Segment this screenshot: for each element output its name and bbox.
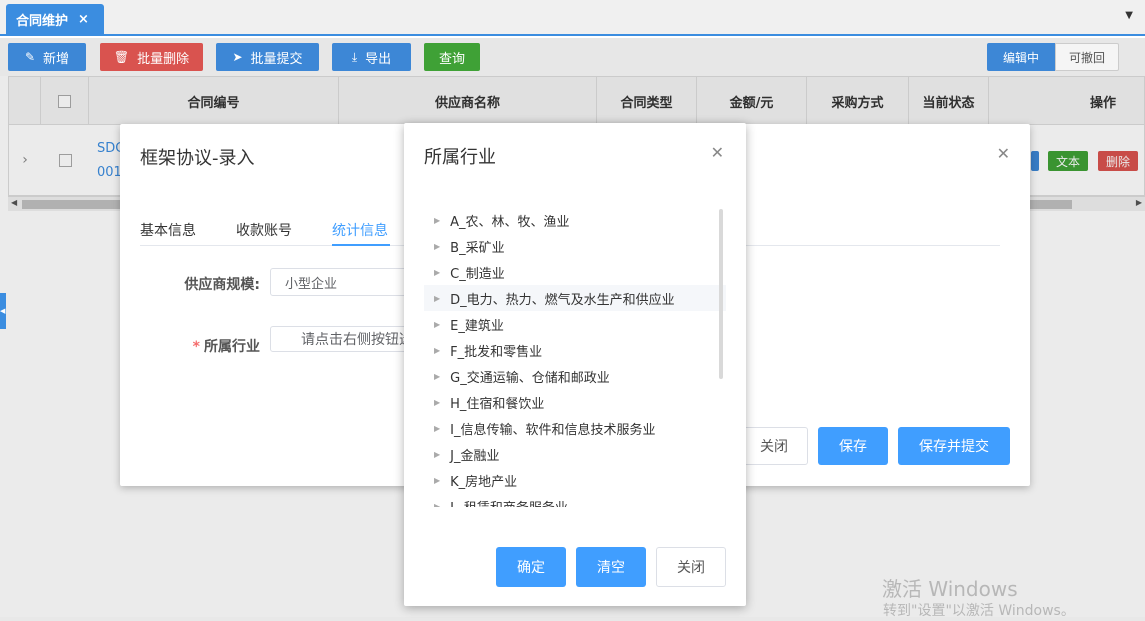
caret-right-icon[interactable]: ▶	[434, 476, 440, 485]
close-icon[interactable]: ✕	[711, 143, 724, 162]
caret-right-icon[interactable]: ▶	[434, 502, 440, 508]
dialog-title: 框架协议-录入	[140, 148, 255, 169]
tab-bar: 合同维护 × ▼	[0, 0, 1145, 36]
tree-node[interactable]: ▶L_租赁和商务服务业	[424, 493, 726, 508]
supplier-scale-select[interactable]: 小型企业	[270, 268, 410, 296]
tree-node[interactable]: ▶ K_房地产业	[424, 467, 726, 493]
toolbar: ✎ 新增 🗑 批量删除 ➤ 批量提交 ⤓ 导出 查询 编辑中 可撤回	[0, 38, 1145, 76]
tree-node[interactable]: ▶ J_金融业	[424, 441, 726, 467]
chevron-down-icon[interactable]: ▼	[1125, 10, 1133, 21]
close-icon[interactable]: ×	[78, 12, 89, 27]
industry-label: * 所属行业	[192, 339, 260, 355]
activation-watermark-title: 激活 Windows	[882, 577, 1018, 601]
tree-node-highlighted[interactable]: ▶ D_电力、热力、燃气及水生产和供应业	[424, 285, 726, 311]
tree-node[interactable]: ▶ A_农、林、牧、渔业	[424, 207, 726, 233]
caret-right-icon[interactable]: ▶	[434, 372, 440, 381]
batch-submit-button[interactable]: ➤ 批量提交	[216, 43, 319, 71]
industry-tree: ▶ A_农、林、牧、渔业 ▶ B_采矿业 ▶ C_制造业 ▶ D_电力、热力、燃气及水生…	[424, 207, 726, 507]
caret-right-icon[interactable]: ▶	[434, 398, 440, 407]
export-button[interactable]: ⤓ 导出	[332, 43, 411, 71]
caret-right-icon[interactable]: ▶	[434, 424, 440, 433]
tab-contract-maintenance[interactable]: 合同维护 ×	[6, 4, 104, 34]
query-button[interactable]: 查询	[424, 43, 480, 71]
caret-right-icon[interactable]: ▶	[434, 320, 440, 329]
confirm-button[interactable]: 确定	[496, 547, 566, 587]
side-collapse-handle[interactable]: ◀	[0, 293, 6, 329]
batch-delete-button[interactable]: 🗑 批量删除	[100, 43, 203, 71]
mode-editing-button[interactable]: 编辑中	[987, 43, 1055, 71]
add-button[interactable]: ✎ 新增	[8, 43, 86, 71]
tab-statistics[interactable]: 统计信息	[332, 220, 388, 240]
close-icon[interactable]: ✕	[997, 144, 1010, 163]
tree-node[interactable]: ▶ G_交通运输、仓储和邮政业	[424, 363, 726, 389]
activation-watermark-hint: 转到"设置"以激活 Windows。	[883, 603, 1075, 619]
industry-input[interactable]: 请点击右侧按钮选	[270, 326, 410, 352]
tree-scrollbar[interactable]	[719, 209, 723, 379]
caret-right-icon[interactable]: ▶	[434, 346, 440, 355]
download-icon: ⤓	[351, 49, 358, 64]
tab-basic-info[interactable]: 基本信息	[140, 220, 196, 240]
caret-right-icon[interactable]: ▶	[434, 216, 440, 225]
close-button[interactable]: 关闭	[656, 547, 726, 587]
tree-node[interactable]: ▶ C_制造业	[424, 259, 726, 285]
tree-node[interactable]: ▶ H_住宿和餐饮业	[424, 389, 726, 415]
caret-right-icon[interactable]: ▶	[434, 294, 440, 303]
mode-revocable-button[interactable]: 可撤回	[1055, 43, 1119, 71]
caret-right-icon[interactable]: ▶	[434, 450, 440, 459]
tree-node[interactable]: ▶ I_信息传输、软件和信息技术服务业	[424, 415, 726, 441]
tree-node[interactable]: ▶ E_建筑业	[424, 311, 726, 337]
industry-select-dialog: 所属行业 ✕ ▶ A_农、林、牧、渔业 ▶ B_采矿业 ▶ C_制造业 ▶ D_电力、热…	[404, 123, 746, 606]
tree-node[interactable]: ▶ F_批发和零售业	[424, 337, 726, 363]
close-button[interactable]: 关闭	[740, 427, 808, 465]
clear-button[interactable]: 清空	[576, 547, 646, 587]
tab-label: 合同维护	[16, 13, 69, 29]
active-tab-indicator	[332, 244, 390, 246]
tree-node[interactable]: ▶ B_采矿业	[424, 233, 726, 259]
send-icon: ➤	[232, 50, 243, 64]
dialog-title: 所属行业	[424, 147, 496, 168]
edit-icon: ✎	[24, 50, 36, 64]
caret-right-icon[interactable]: ▶	[434, 268, 440, 277]
caret-right-icon[interactable]: ▶	[434, 242, 440, 251]
save-and-submit-button[interactable]: 保存并提交	[898, 427, 1010, 465]
supplier-scale-label: 供应商规模:	[184, 277, 260, 293]
mode-switch: 编辑中 可撤回	[987, 43, 1119, 71]
tab-payment-account[interactable]: 收款账号	[236, 220, 292, 240]
trash-icon: 🗑	[113, 50, 130, 64]
save-button[interactable]: 保存	[818, 427, 888, 465]
